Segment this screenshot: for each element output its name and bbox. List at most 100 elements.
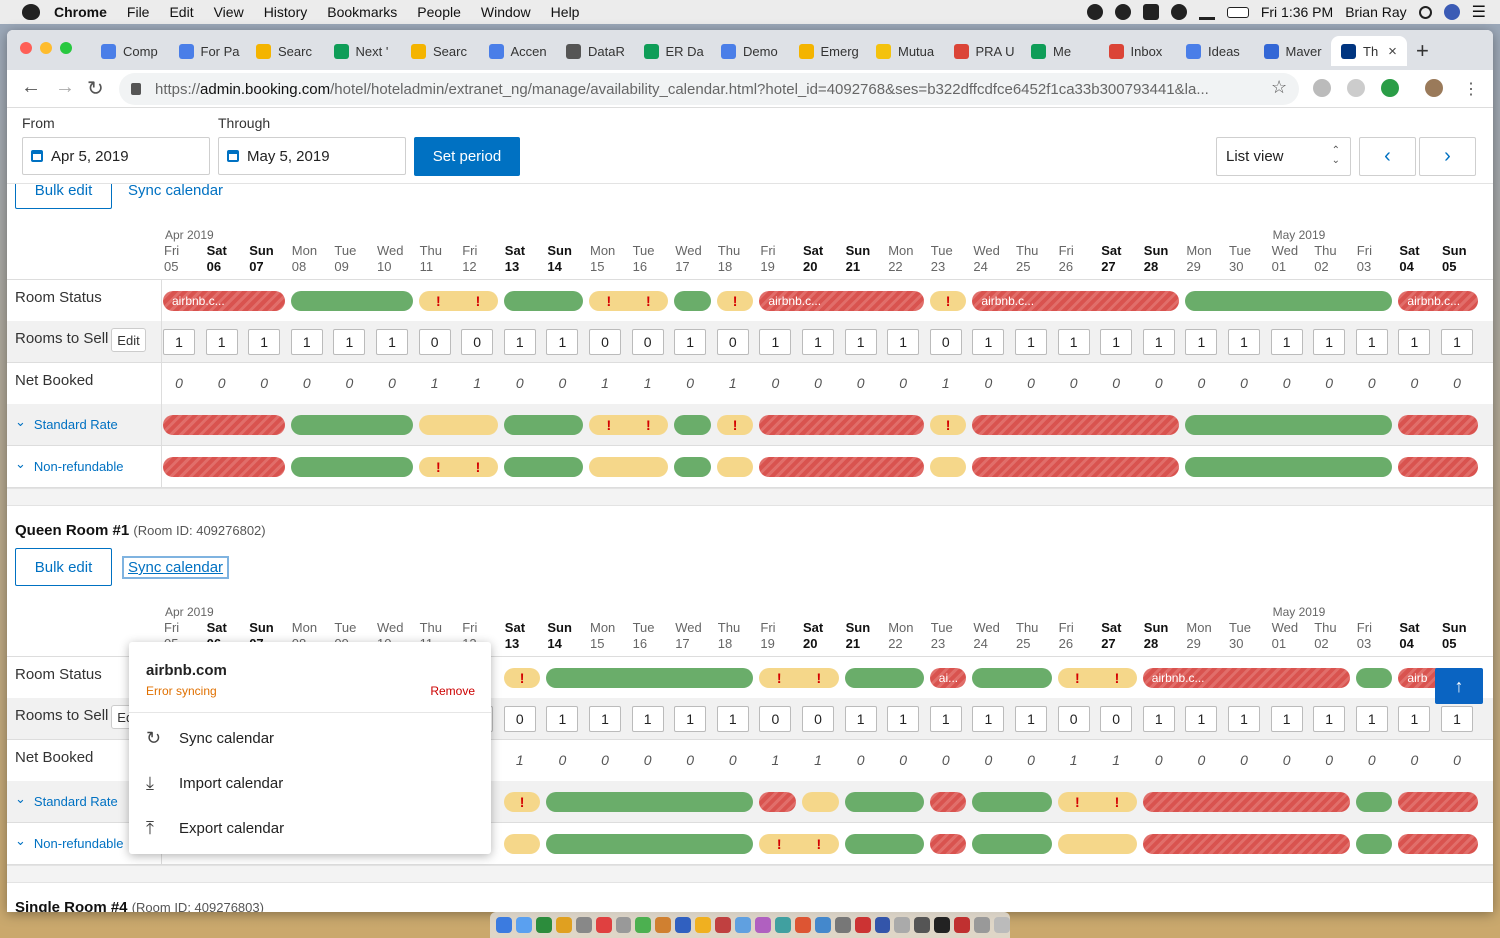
dock-app-icon[interactable] — [695, 917, 712, 933]
rooms-to-sell-input[interactable]: 0 — [503, 706, 536, 733]
rooms-to-sell-input[interactable]: 1 — [205, 329, 238, 356]
rooms-to-sell-input[interactable]: 1 — [163, 329, 195, 356]
warning-status-pill[interactable]: !! — [759, 668, 839, 688]
browser-tab[interactable]: PRA U — [944, 36, 1022, 66]
rooms-to-sell-input[interactable]: 1 — [1228, 329, 1260, 356]
browser-tab[interactable]: Th × — [1331, 36, 1407, 66]
dock-app-icon[interactable] — [735, 917, 751, 933]
rooms-to-sell-input[interactable]: 1 — [1313, 706, 1346, 733]
browser-tab[interactable]: Demo — [711, 36, 789, 66]
warning-status-pill[interactable]: !! — [1057, 792, 1137, 813]
browser-tab[interactable]: For Pa — [169, 36, 247, 66]
dock-app-icon[interactable] — [814, 917, 831, 933]
rooms-to-sell-input[interactable]: 1 — [1398, 329, 1431, 356]
warning-status-pill[interactable] — [1057, 833, 1137, 854]
scroll-to-top-button[interactable]: ↑ — [1435, 668, 1483, 704]
warning-status-pill[interactable] — [503, 833, 541, 854]
bookable-status-pill[interactable] — [972, 668, 1052, 688]
rooms-to-sell-input[interactable]: 1 — [1441, 329, 1473, 356]
sync-calendar-link[interactable]: Sync calendar — [128, 182, 223, 199]
closed-status-pill[interactable]: ai... — [929, 668, 967, 688]
bookable-status-pill[interactable] — [972, 792, 1052, 813]
rooms-to-sell-input[interactable]: 1 — [716, 706, 749, 733]
forward-arrow-icon[interactable]: → — [55, 76, 75, 99]
dock-app-icon[interactable] — [754, 917, 771, 933]
warning-status-pill[interactable]: !! — [418, 291, 498, 311]
warning-status-pill[interactable] — [716, 456, 754, 477]
rooms-to-sell-input[interactable]: 1 — [1398, 706, 1431, 733]
rooms-to-sell-input[interactable]: 0 — [631, 329, 664, 356]
dock-app-icon[interactable] — [934, 917, 951, 933]
rooms-to-sell-input[interactable]: 0 — [589, 329, 621, 356]
sync-calendar-link[interactable]: Sync calendar — [121, 556, 230, 579]
warning-status-pill[interactable] — [929, 456, 967, 477]
closed-status-pill[interactable]: airbnb.c... — [972, 291, 1180, 311]
bookable-status-pill[interactable] — [844, 833, 924, 854]
rooms-to-sell-input[interactable]: 1 — [972, 706, 1005, 733]
dock-app-icon[interactable] — [615, 917, 632, 933]
profile-avatar[interactable] — [1425, 79, 1443, 97]
warning-status-pill[interactable]: ! — [929, 291, 967, 311]
dock-app-icon[interactable] — [496, 917, 512, 933]
dock-app-icon[interactable] — [575, 917, 592, 933]
export-calendar-menu-item[interactable]: ⤒ Export calendar — [146, 818, 284, 839]
dock-app-icon[interactable] — [794, 917, 811, 933]
menu-item[interactable]: File — [127, 4, 150, 20]
warning-status-pill[interactable] — [589, 456, 669, 477]
rooms-to-sell-input[interactable]: 1 — [631, 706, 664, 733]
edit-button[interactable]: Edit — [111, 328, 146, 353]
view-select[interactable]: List view ⌃ ⌄ — [1216, 137, 1351, 176]
closed-status-pill[interactable] — [1398, 456, 1478, 477]
row-label[interactable]: Standard Rate — [15, 794, 118, 810]
closed-status-pill[interactable] — [1398, 792, 1478, 813]
menu-item[interactable]: Edit — [169, 4, 193, 20]
spotlight-search-icon[interactable] — [1418, 5, 1432, 19]
siri-icon[interactable] — [1443, 4, 1460, 20]
row-label[interactable]: Non-refundable — [15, 836, 124, 852]
closed-status-pill[interactable] — [163, 415, 285, 436]
bookable-status-pill[interactable] — [290, 456, 413, 477]
dock-app-icon[interactable] — [974, 917, 991, 933]
dock-app-icon[interactable] — [715, 917, 732, 933]
browser-tab[interactable]: Searc — [401, 36, 479, 66]
rooms-to-sell-input[interactable]: 0 — [802, 706, 834, 733]
rooms-to-sell-input[interactable]: 0 — [1100, 706, 1133, 733]
dock-app-icon[interactable] — [914, 917, 931, 933]
bookable-status-pill[interactable] — [1355, 668, 1393, 688]
rooms-to-sell-input[interactable]: 1 — [333, 329, 366, 356]
dock-app-icon[interactable] — [675, 917, 692, 933]
closed-status-pill[interactable] — [1398, 833, 1478, 854]
from-date-input[interactable]: Apr 5, 2019 — [22, 137, 210, 175]
rooms-to-sell-input[interactable]: 1 — [929, 706, 962, 733]
extension-icon[interactable] — [1347, 79, 1365, 97]
bookable-status-pill[interactable] — [972, 833, 1052, 854]
bookable-status-pill[interactable] — [674, 291, 711, 311]
warning-status-pill[interactable] — [418, 415, 498, 436]
warning-status-pill[interactable]: ! — [503, 792, 541, 813]
menu-item[interactable]: History — [264, 4, 308, 20]
menu-item[interactable]: View — [214, 4, 244, 20]
rooms-to-sell-input[interactable]: 1 — [1057, 329, 1090, 356]
rooms-to-sell-input[interactable]: 1 — [1441, 706, 1473, 733]
bookable-status-pill[interactable] — [1185, 415, 1393, 436]
remove-link[interactable]: Remove — [430, 684, 475, 698]
bookable-status-pill[interactable] — [1185, 456, 1393, 477]
rooms-to-sell-input[interactable]: 1 — [844, 329, 877, 356]
rooms-to-sell-input[interactable]: 1 — [1228, 706, 1260, 733]
close-tab-icon[interactable]: × — [1388, 43, 1397, 60]
rooms-to-sell-input[interactable]: 1 — [1270, 329, 1303, 356]
warning-status-pill[interactable]: ! — [716, 415, 754, 436]
browser-tab[interactable]: Me — [1021, 36, 1099, 66]
rooms-to-sell-input[interactable]: 0 — [759, 706, 792, 733]
rooms-to-sell-input[interactable]: 1 — [802, 329, 834, 356]
clock[interactable]: Fri 1:36 PM — [1261, 4, 1333, 20]
warning-status-pill[interactable]: !! — [759, 833, 839, 854]
browser-tab[interactable]: Mutua — [866, 36, 944, 66]
rooms-to-sell-input[interactable]: 1 — [1142, 706, 1175, 733]
bookable-status-pill[interactable] — [503, 456, 583, 477]
bookable-status-pill[interactable] — [844, 668, 924, 688]
rooms-to-sell-input[interactable]: 1 — [1015, 329, 1047, 356]
bookable-status-pill[interactable] — [503, 415, 583, 436]
warning-status-pill[interactable]: ! — [716, 291, 754, 311]
dock-app-icon[interactable] — [854, 917, 871, 933]
